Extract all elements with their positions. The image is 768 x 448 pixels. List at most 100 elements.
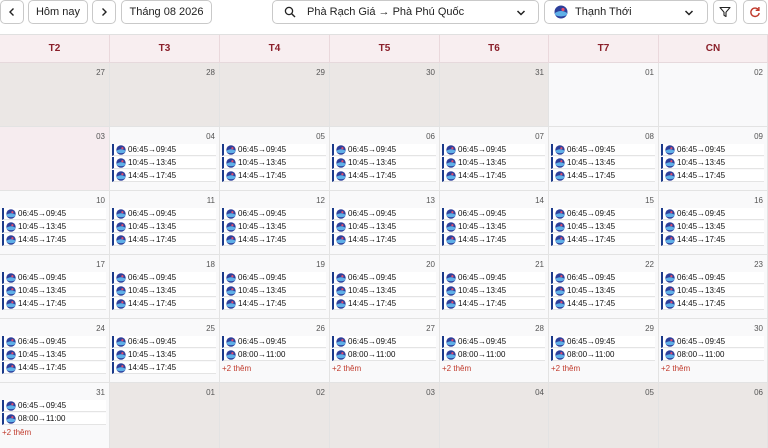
trip-item[interactable]: 06:45→09:45 [442,208,545,220]
trip-item[interactable]: 08:00→11:00 [442,349,545,361]
trip-item[interactable]: 06:45→09:45 [2,336,106,348]
trip-item[interactable]: 10:45→13:45 [442,221,545,233]
trip-item[interactable]: 06:45→09:45 [551,208,655,220]
trip-item[interactable]: 10:45→13:45 [551,157,655,169]
trip-item[interactable]: 06:45→09:45 [112,144,216,156]
trip-item[interactable]: 14:45→17:45 [2,362,106,374]
trip-item[interactable]: 06:45→09:45 [551,272,655,284]
trip-item[interactable]: 14:45→17:45 [222,298,326,310]
trip-item[interactable]: 14:45→17:45 [222,170,326,182]
trip-item[interactable]: 10:45→13:45 [222,157,326,169]
day-cell[interactable]: 02 [659,63,768,127]
trip-item[interactable]: 10:45→13:45 [332,221,436,233]
trip-item[interactable]: 06:45→09:45 [332,144,436,156]
day-cell[interactable]: 30 06:45→09:45 08:00→11:00 +2 thêm [659,319,768,383]
trip-item[interactable]: 06:45→09:45 [661,208,764,220]
day-cell[interactable]: 03 [0,127,110,191]
more-trips-link[interactable]: +2 thêm [661,364,690,373]
trip-item[interactable]: 14:45→17:45 [112,298,216,310]
day-cell[interactable]: 01 [110,383,220,448]
day-cell[interactable]: 07 06:45→09:45 10:45→13:45 14:45→17:45 [440,127,549,191]
trip-item[interactable]: 06:45→09:45 [551,144,655,156]
day-cell[interactable]: 05 06:45→09:45 10:45→13:45 14:45→17:45 [220,127,330,191]
trip-item[interactable]: 14:45→17:45 [661,170,764,182]
trip-item[interactable]: 14:45→17:45 [112,234,216,246]
trip-item[interactable]: 14:45→17:45 [661,234,764,246]
trip-item[interactable]: 06:45→09:45 [2,272,106,284]
operator-select[interactable]: Thạnh Thới [544,0,708,24]
day-cell[interactable]: 18 06:45→09:45 10:45→13:45 14:45→17:45 [110,255,220,319]
day-cell[interactable]: 29 06:45→09:45 08:00→11:00 +2 thêm [549,319,659,383]
trip-item[interactable]: 14:45→17:45 [112,362,216,374]
trip-item[interactable]: 10:45→13:45 [2,349,106,361]
today-button[interactable]: Hôm nay [28,0,88,24]
trip-item[interactable]: 06:45→09:45 [2,208,106,220]
trip-item[interactable]: 06:45→09:45 [661,272,764,284]
trip-item[interactable]: 06:45→09:45 [442,336,545,348]
trip-item[interactable]: 14:45→17:45 [551,234,655,246]
trip-item[interactable]: 10:45→13:45 [442,157,545,169]
day-cell[interactable]: 25 06:45→09:45 10:45→13:45 14:45→17:45 [110,319,220,383]
trip-item[interactable]: 14:45→17:45 [112,170,216,182]
trip-item[interactable]: 06:45→09:45 [222,336,326,348]
day-cell[interactable]: 22 06:45→09:45 10:45→13:45 14:45→17:45 [549,255,659,319]
filter-button[interactable] [713,0,737,24]
trip-item[interactable]: 14:45→17:45 [2,234,106,246]
trip-item[interactable]: 08:00→11:00 [661,349,764,361]
day-cell[interactable]: 28 [110,63,220,127]
trip-item[interactable]: 14:45→17:45 [442,234,545,246]
day-cell[interactable]: 12 06:45→09:45 10:45→13:45 14:45→17:45 [220,191,330,255]
trip-item[interactable]: 10:45→13:45 [112,349,216,361]
day-cell[interactable]: 23 06:45→09:45 10:45→13:45 14:45→17:45 [659,255,768,319]
trip-item[interactable]: 06:45→09:45 [661,144,764,156]
day-cell[interactable]: 31 [440,63,549,127]
day-cell[interactable]: 17 06:45→09:45 10:45→13:45 14:45→17:45 [0,255,110,319]
trip-item[interactable]: 06:45→09:45 [112,208,216,220]
trip-item[interactable]: 10:45→13:45 [332,285,436,297]
trip-item[interactable]: 06:45→09:45 [222,272,326,284]
trip-item[interactable]: 10:45→13:45 [661,221,764,233]
trip-item[interactable]: 06:45→09:45 [222,144,326,156]
trip-item[interactable]: 06:45→09:45 [112,272,216,284]
more-trips-link[interactable]: +2 thêm [442,364,471,373]
trip-item[interactable]: 08:00→11:00 [2,413,106,425]
day-cell[interactable]: 01 [549,63,659,127]
trip-item[interactable]: 06:45→09:45 [222,208,326,220]
day-cell[interactable]: 30 [330,63,440,127]
trip-item[interactable]: 06:45→09:45 [332,272,436,284]
trip-item[interactable]: 10:45→13:45 [222,221,326,233]
day-cell[interactable]: 31 06:45→09:45 08:00→11:00 +2 thêm [0,383,110,448]
trip-item[interactable]: 06:45→09:45 [661,336,764,348]
trip-item[interactable]: 08:00→11:00 [332,349,436,361]
trip-item[interactable]: 06:45→09:45 [442,144,545,156]
day-cell[interactable]: 03 [330,383,440,448]
day-cell[interactable]: 26 06:45→09:45 08:00→11:00 +2 thêm [220,319,330,383]
day-cell[interactable]: 10 06:45→09:45 10:45→13:45 14:45→17:45 [0,191,110,255]
day-cell[interactable]: 21 06:45→09:45 10:45→13:45 14:45→17:45 [440,255,549,319]
trip-item[interactable]: 10:45→13:45 [112,285,216,297]
day-cell[interactable]: 27 [0,63,110,127]
trip-item[interactable]: 06:45→09:45 [2,400,106,412]
day-cell[interactable]: 14 06:45→09:45 10:45→13:45 14:45→17:45 [440,191,549,255]
trip-item[interactable]: 10:45→13:45 [332,157,436,169]
trip-item[interactable]: 10:45→13:45 [661,157,764,169]
trip-item[interactable]: 10:45→13:45 [112,157,216,169]
trip-item[interactable]: 14:45→17:45 [551,298,655,310]
trip-item[interactable]: 06:45→09:45 [442,272,545,284]
day-cell[interactable]: 20 06:45→09:45 10:45→13:45 14:45→17:45 [330,255,440,319]
trip-item[interactable]: 06:45→09:45 [112,336,216,348]
day-cell[interactable]: 06 [659,383,768,448]
next-month-button[interactable] [92,0,116,24]
more-trips-link[interactable]: +2 thêm [332,364,361,373]
trip-item[interactable]: 10:45→13:45 [551,221,655,233]
trip-item[interactable]: 10:45→13:45 [661,285,764,297]
day-cell[interactable]: 04 [440,383,549,448]
trip-item[interactable]: 14:45→17:45 [661,298,764,310]
day-cell[interactable]: 24 06:45→09:45 10:45→13:45 14:45→17:45 [0,319,110,383]
day-cell[interactable]: 19 06:45→09:45 10:45→13:45 14:45→17:45 [220,255,330,319]
day-cell[interactable]: 27 06:45→09:45 08:00→11:00 +2 thêm [330,319,440,383]
trip-item[interactable]: 14:45→17:45 [332,234,436,246]
day-cell[interactable]: 06 06:45→09:45 10:45→13:45 14:45→17:45 [330,127,440,191]
day-cell[interactable]: 02 [220,383,330,448]
trip-item[interactable]: 14:45→17:45 [222,234,326,246]
